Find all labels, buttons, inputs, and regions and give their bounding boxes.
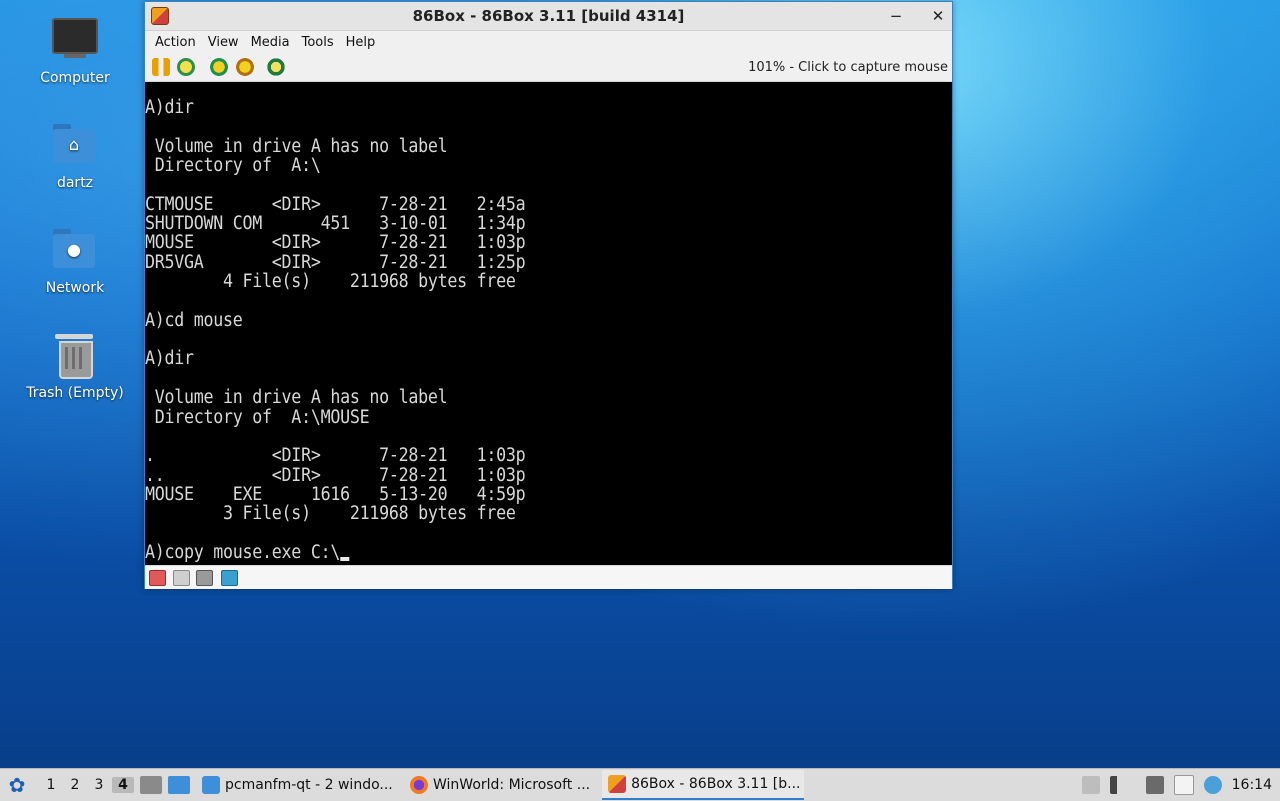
status-bar: [145, 565, 952, 589]
desktop-icon-dartz[interactable]: ⌂ dartz: [20, 121, 130, 191]
close-button[interactable]: ✕: [928, 6, 948, 26]
desktop-icon-computer[interactable]: Computer: [20, 16, 130, 86]
task-86box[interactable]: 86Box - 86Box 3.11 [b...: [602, 770, 805, 800]
ctrl-alt-esc-icon[interactable]: [236, 58, 254, 76]
console-line: A)dir: [145, 97, 194, 118]
workspace-3[interactable]: 3: [88, 777, 110, 793]
window-title: 86Box - 86Box 3.11 [build 4314]: [412, 7, 685, 25]
menu-view[interactable]: View: [202, 35, 245, 50]
home-folder-icon: ⌂: [51, 121, 99, 169]
dos-console-output: A)dir Volume in drive A has no label Dir…: [145, 97, 526, 563]
toolbar: 101% - Click to capture mouse: [145, 53, 952, 82]
task-pcmanfm[interactable]: pcmanfm-qt - 2 windo...: [196, 771, 398, 799]
update-notifier-icon[interactable]: [1203, 776, 1222, 794]
sound-icon[interactable]: [221, 570, 238, 586]
folder-icon: [202, 776, 220, 794]
desktop-icon-label: dartz: [56, 175, 94, 191]
desktop-icon-network[interactable]: ● Network: [20, 226, 130, 296]
menu-help[interactable]: Help: [340, 35, 382, 50]
desktop-icon-label: Network: [45, 280, 105, 296]
taskbar: ✿ 1 2 3 4 pcmanfm-qt - 2 windo... WinWor…: [0, 768, 1280, 801]
console-line: 3 File(s) 211968 bytes free: [145, 503, 516, 525]
workspace-2[interactable]: 2: [64, 777, 86, 793]
workspace-1[interactable]: 1: [40, 777, 62, 793]
task-label: pcmanfm-qt - 2 windo...: [225, 777, 393, 793]
menu-media[interactable]: Media: [245, 35, 296, 50]
console-line: Volume in drive A has no label: [145, 387, 448, 409]
console-line: A)cd mouse: [145, 309, 243, 331]
show-desktop-icon[interactable]: [168, 776, 190, 794]
console-line: A)copy mouse.exe C:\: [145, 541, 341, 563]
floppy-b-icon[interactable]: [173, 570, 190, 586]
menu-action[interactable]: Action: [149, 35, 202, 50]
console-line: Directory of A:\: [145, 155, 321, 177]
volume-icon[interactable]: [1109, 776, 1128, 794]
console-line: Volume in drive A has no label: [145, 135, 448, 157]
console-line: MOUSE EXE 1616 5-13-20 4:59p: [145, 483, 526, 505]
file-manager-launcher-icon[interactable]: [140, 776, 162, 794]
desktop-icon-label: Trash (Empty): [26, 385, 124, 401]
task-label: WinWorld: Microsoft ...: [433, 777, 591, 793]
console-line: SHUTDOWN COM 451 3-10-01 1:34p: [145, 213, 526, 235]
console-line: A)dir: [145, 348, 194, 370]
system-tray: 16:14: [1081, 775, 1280, 795]
display-icon[interactable]: [1145, 776, 1164, 794]
start-menu-icon[interactable]: ✿: [4, 773, 30, 797]
desktop-icon-label: Computer: [40, 70, 110, 86]
hard-disk-icon[interactable]: [196, 570, 213, 586]
settings-icon[interactable]: [267, 58, 285, 76]
workspace-4[interactable]: 4: [112, 777, 134, 793]
task-label: 86Box - 86Box 3.11 [b...: [631, 776, 801, 792]
desktop-icon-trash[interactable]: Trash (Empty): [20, 331, 130, 401]
console-line: . <DIR> 7-28-21 1:03p: [145, 445, 526, 467]
task-firefox[interactable]: WinWorld: Microsoft ...: [404, 771, 596, 799]
console-line: CTMOUSE <DIR> 7-28-21 2:45a: [145, 193, 526, 215]
network-folder-icon: ●: [51, 226, 99, 274]
clipboard-icon[interactable]: [1173, 775, 1194, 795]
floppy-a-icon[interactable]: [149, 570, 166, 586]
console-line: 4 File(s) 211968 bytes free: [145, 271, 516, 293]
zoom-status[interactable]: 101% - Click to capture mouse: [748, 60, 948, 75]
menu-bar: Action View Media Tools Help: [145, 31, 952, 53]
window-titlebar[interactable]: 86Box - 86Box 3.11 [build 4314] − ✕: [145, 2, 952, 31]
clock[interactable]: 16:14: [1232, 777, 1272, 793]
firefox-icon: [410, 776, 428, 794]
emulator-window: 86Box - 86Box 3.11 [build 4314] − ✕ Acti…: [144, 1, 953, 589]
minimize-button[interactable]: −: [886, 6, 906, 26]
console-line: .. <DIR> 7-28-21 1:03p: [145, 464, 526, 486]
tray-up-arrow-icon[interactable]: [1081, 776, 1100, 794]
text-cursor: [340, 556, 350, 561]
86box-icon: [608, 775, 627, 793]
computer-icon: [51, 16, 99, 64]
ctrl-alt-del-icon[interactable]: [210, 58, 228, 76]
console-line: MOUSE <DIR> 7-28-21 1:03p: [145, 232, 526, 254]
menu-tools[interactable]: Tools: [296, 35, 340, 50]
console-line: DR5VGA <DIR> 7-28-21 1:25p: [145, 251, 526, 273]
trash-icon: [51, 331, 99, 379]
reset-icon[interactable]: [177, 58, 195, 76]
pause-icon[interactable]: [152, 58, 170, 76]
emulator-screen[interactable]: A)dir Volume in drive A has no label Dir…: [145, 82, 952, 565]
console-line: Directory of A:\MOUSE: [145, 406, 370, 428]
